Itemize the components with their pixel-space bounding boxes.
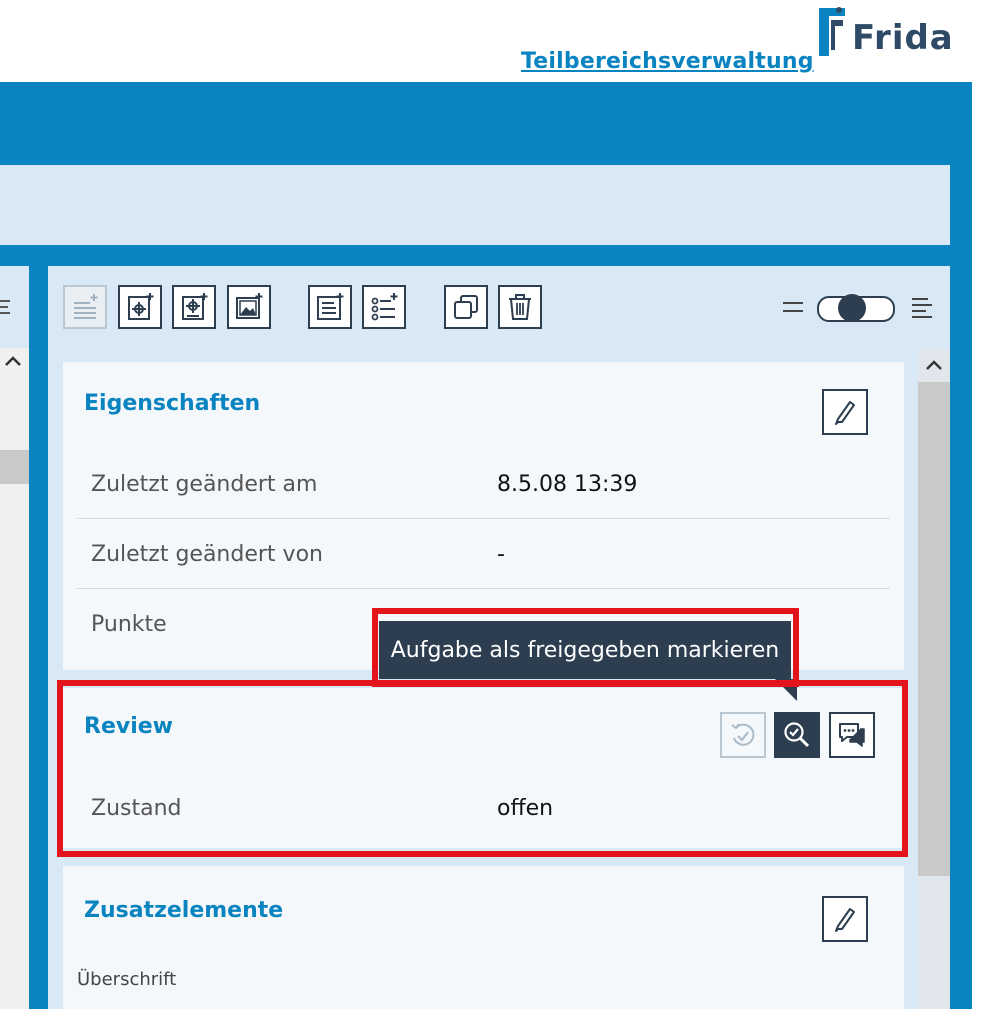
paragraph-add-icon — [317, 293, 344, 320]
left-pane — [0, 266, 29, 1009]
subarea-management-link[interactable]: Teilbereichsverwaltung — [521, 49, 814, 74]
row-divider — [77, 518, 890, 519]
highlight-tooltip — [372, 608, 799, 687]
add-image-button[interactable] — [227, 285, 271, 329]
detailed-view-icon[interactable] — [910, 296, 934, 318]
copy-button[interactable] — [444, 285, 488, 329]
add-config-button[interactable] — [118, 285, 162, 329]
chevron-up-icon — [926, 360, 942, 370]
align-lines-icon — [0, 300, 10, 314]
delete-button[interactable] — [498, 285, 542, 329]
view-toggle-knob[interactable] — [838, 294, 866, 322]
text-add-icon — [74, 294, 98, 319]
gear-doc-add-icon — [128, 293, 154, 320]
add-text-button[interactable] — [63, 285, 107, 329]
extras-title: Zusatzelemente — [84, 898, 284, 923]
edit-properties-button[interactable] — [822, 389, 868, 435]
compact-view-icon[interactable] — [781, 300, 805, 314]
add-config2-button[interactable] — [172, 285, 216, 329]
left-pane-selected-row[interactable] — [0, 450, 29, 484]
logo-text: Frida — [852, 18, 954, 58]
edit-extras-button[interactable] — [822, 896, 868, 942]
highlight-review-section — [57, 680, 908, 857]
scrollbar-thumb[interactable] — [918, 382, 950, 876]
top-panel — [0, 165, 950, 245]
last-changed-at-value: 8.5.08 13:39 — [497, 472, 638, 497]
extras-card: Zusatzelemente Überschrift — [63, 866, 904, 1009]
properties-title: Eigenschaften — [84, 391, 261, 416]
last-changed-by-value: - — [497, 542, 505, 567]
copy-icon — [454, 295, 478, 319]
gear-doc-add-icon — [182, 293, 208, 320]
scroll-up-button[interactable] — [918, 349, 950, 381]
last-changed-at-label: Zuletzt geändert am — [91, 472, 318, 497]
last-changed-by-label: Zuletzt geändert von — [91, 542, 323, 567]
list-add-icon — [371, 293, 398, 321]
add-paragraph-button[interactable] — [308, 285, 352, 329]
pencil-icon — [835, 401, 855, 425]
pencil-icon — [835, 908, 855, 932]
add-list-button[interactable] — [362, 285, 406, 329]
heading-field-label: Überschrift — [77, 969, 177, 990]
chevron-up-icon[interactable] — [4, 354, 22, 368]
trash-icon — [509, 294, 531, 320]
row-divider — [77, 588, 890, 589]
image-add-icon — [236, 293, 263, 319]
points-label: Punkte — [91, 612, 167, 637]
